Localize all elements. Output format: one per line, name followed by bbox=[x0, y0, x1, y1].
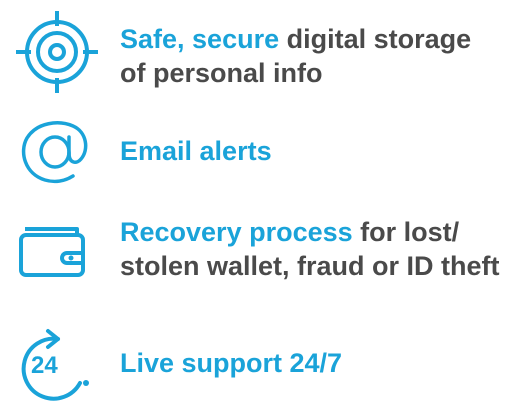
feature-live-support: 24 Live support 24/7 bbox=[0, 320, 519, 403]
feature-highlight: Live support 24/7 bbox=[120, 348, 343, 378]
feature-text: Live support 24/7 bbox=[120, 346, 500, 380]
feature-text: Recovery process for lost/ stolen wallet… bbox=[120, 215, 515, 283]
target-icon bbox=[16, 11, 98, 93]
feature-highlight: Email alerts bbox=[120, 136, 272, 166]
feature-secure-storage: Safe, secure digital storage of personal… bbox=[0, 0, 519, 110]
clock-icon-label: 24 bbox=[31, 352, 58, 379]
24-7-clock-icon: 24 bbox=[21, 329, 89, 401]
feature-highlight: Recovery process bbox=[120, 217, 353, 247]
feature-highlight: Safe, secure bbox=[120, 24, 280, 54]
feature-recovery-process: Recovery process for lost/ stolen wallet… bbox=[0, 200, 519, 320]
feature-email-alerts: Email alerts bbox=[0, 112, 519, 192]
feature-text: Email alerts bbox=[120, 134, 500, 168]
at-sign-icon bbox=[21, 121, 88, 184]
wallet-icon bbox=[19, 227, 85, 277]
feature-text: Safe, secure digital storage of personal… bbox=[120, 22, 500, 90]
